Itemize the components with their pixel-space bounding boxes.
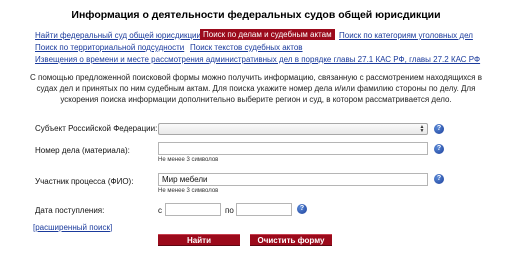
help-question-icon[interactable]: ?: [434, 144, 444, 154]
case-number-label: Номер дела (материала):: [35, 146, 130, 155]
extended-search-wrapper: [расширенный поиск]: [33, 223, 112, 232]
search-button[interactable]: Найти: [158, 234, 240, 246]
nav-link-territorial-jurisdiction[interactable]: Поиск по территориальной подсудности: [35, 43, 184, 52]
bracket-close: ]: [109, 223, 113, 232]
participant-hint: Не менее 3 символов: [158, 188, 219, 194]
date-to-input[interactable]: [236, 203, 292, 216]
extended-search-link[interactable]: расширенный поиск: [35, 223, 110, 232]
region-label: Субъект Российской Федерации:: [35, 124, 158, 133]
case-number-hint: Не менее 3 символов: [158, 157, 219, 163]
participant-label: Участник процесса (ФИО):: [35, 177, 134, 186]
select-arrows-icon: ▲ ▼: [419, 124, 425, 134]
date-to-label: по: [225, 206, 234, 215]
nav-tab-case-search-active[interactable]: Поиск по делам и судебным актам: [200, 29, 335, 40]
help-question-icon[interactable]: ?: [434, 174, 444, 184]
region-select[interactable]: ▲ ▼: [158, 123, 428, 135]
clear-form-button[interactable]: Очистить форму: [250, 234, 332, 246]
date-label: Дата поступления:: [35, 206, 105, 215]
region-select-value: [159, 130, 162, 139]
help-question-icon[interactable]: ?: [434, 124, 444, 134]
case-number-input[interactable]: [158, 142, 428, 155]
participant-input[interactable]: Мир мебели: [158, 173, 428, 186]
info-text: С помощью предложенной поисковой формы м…: [30, 73, 482, 104]
date-from-label: с: [158, 206, 162, 215]
nav-link-find-court[interactable]: Найти федеральный суд общей юрисдикции: [35, 31, 201, 40]
nav-link-criminal-categories[interactable]: Поиск по категориям уголовных дел: [339, 31, 473, 40]
nav-link-administrative-notices[interactable]: Извещения о времени и месте рассмотрения…: [35, 55, 480, 64]
page-title: Информация о деятельности федеральных су…: [71, 9, 441, 21]
nav-link-court-acts-texts[interactable]: Поиск текстов судебных актов: [190, 43, 303, 52]
help-question-icon[interactable]: ?: [297, 204, 307, 214]
date-from-input[interactable]: [165, 203, 221, 216]
